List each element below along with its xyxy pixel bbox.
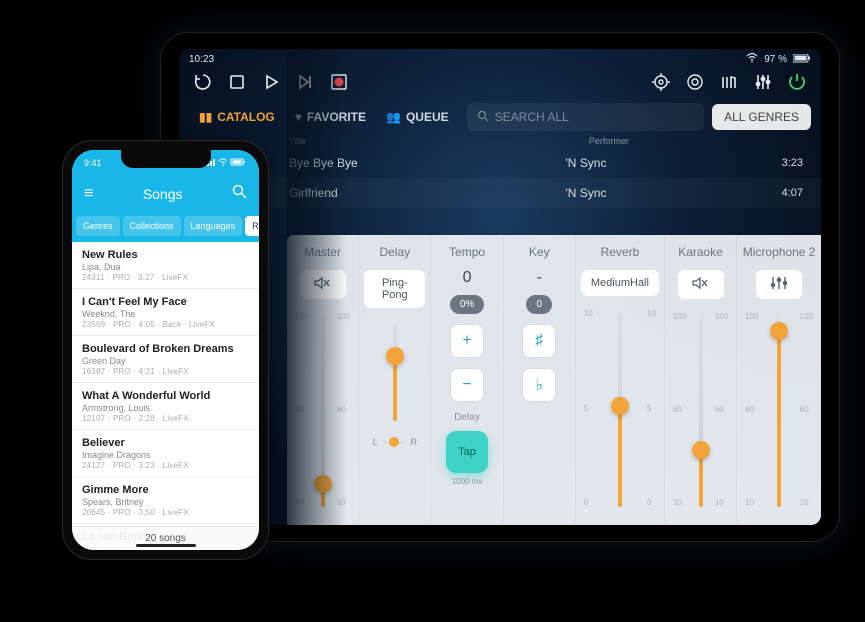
karaoke-mute-button[interactable] (677, 269, 725, 300)
list-item[interactable]: What A Wonderful WorldArmstrong, Louis12… (72, 383, 259, 430)
play-icon[interactable] (261, 72, 281, 92)
tab-favorite[interactable]: ♥FAVORITE (285, 102, 376, 132)
library-icon[interactable] (719, 72, 739, 92)
iphone-header: ≡ Songs (72, 176, 259, 212)
table-row[interactable]: Bye Bye Bye 'N Sync 3:23 (179, 148, 821, 178)
mixer-col-reverb: Reverb MediumHall 1050 1050 (576, 235, 665, 525)
transport-bar (179, 68, 821, 98)
tempo-minus-button[interactable]: − (450, 368, 484, 402)
ipad-status-bar: 10:23 97 % (179, 49, 821, 68)
filter-tab-languages[interactable]: Languages (184, 216, 243, 236)
delay-slider[interactable] (363, 321, 426, 431)
karaoke-slider[interactable]: 1006010 1006010 (669, 312, 732, 517)
iphone-filter-tabs: Genres Collections Languages Recently su… (72, 212, 259, 242)
queue-icon: 👥 (386, 110, 401, 124)
delay-sub-label: Delay (454, 412, 480, 423)
key-value: - (537, 269, 542, 287)
song-count: 20 songs (145, 533, 186, 544)
mixer-icon[interactable] (753, 72, 773, 92)
list-item[interactable]: Boulevard of Broken DreamsGreen Day16387… (72, 336, 259, 383)
key-flat-button[interactable]: ♭ (522, 368, 556, 402)
mixer-panel: Master 1006010 1006010 Delay Ping-Pong (287, 235, 821, 525)
karaoke-label: Karaoke (678, 245, 723, 259)
iphone-status-time: 9:41 (84, 158, 102, 168)
ipad-screen: 10:23 97 % (179, 49, 821, 525)
col-title: Title (289, 136, 589, 146)
wifi-icon (746, 53, 758, 66)
mic2-eq-button[interactable] (755, 269, 803, 300)
filter-tab-genres[interactable]: Genres (76, 216, 120, 236)
col-performer: Performer (589, 136, 803, 146)
reverb-preset-button[interactable]: MediumHall (580, 269, 660, 297)
iphone-screen: 9:41 ≡ Songs Genres Collections Language… (72, 150, 259, 550)
master-mute-button[interactable] (299, 269, 347, 300)
status-time: 10:23 (189, 54, 214, 65)
master-slider[interactable]: 1006010 1006010 (291, 312, 354, 517)
mixer-col-mic2: Microphone 2 1006010 1006010 (737, 235, 821, 525)
delay-pan-slider[interactable]: LR (373, 437, 417, 447)
search-placeholder: SEARCH ALL (495, 110, 569, 124)
tab-catalog[interactable]: ▮▮CATALOG (189, 102, 285, 132)
list-item[interactable]: New RulesLipa, Dua24311 · PRO · 3:27 · L… (72, 242, 259, 289)
gear-icon[interactable] (651, 72, 671, 92)
mic2-slider[interactable]: 1006010 1006010 (741, 312, 817, 517)
power-icon[interactable] (787, 72, 807, 92)
mixer-col-key: Key - 0 ♯ ♭ (504, 235, 576, 525)
menu-icon[interactable]: ≡ (84, 185, 93, 203)
tempo-pct-button[interactable]: 0% (450, 295, 484, 314)
delay-mode-button[interactable]: Ping-Pong (363, 269, 426, 309)
main-tab-bar: ▮▮CATALOG ♥FAVORITE 👥QUEUE SEARCH ALL AL… (179, 102, 821, 132)
book-icon: ▮▮ (199, 110, 212, 124)
mixer-col-tempo: Tempo 0 0% + − Delay Tap 1000 ms (431, 235, 503, 525)
battery-icon (793, 54, 811, 66)
iphone-title: Songs (143, 186, 183, 202)
restart-icon[interactable] (193, 72, 213, 92)
all-genres-button[interactable]: ALL GENRES (712, 104, 811, 130)
iphone-song-list[interactable]: New RulesLipa, Dua24311 · PRO · 3:27 · L… (72, 242, 259, 550)
search-icon (477, 110, 489, 125)
table-header: Title Performer (179, 132, 821, 148)
tempo-plus-button[interactable]: + (450, 324, 484, 358)
mic2-label: Microphone 2 (743, 245, 816, 259)
key-sharp-button[interactable]: ♯ (522, 324, 556, 358)
tap-ms: 1000 ms (452, 477, 483, 486)
search-icon[interactable] (232, 184, 247, 204)
tempo-label: Tempo (449, 245, 485, 259)
record-icon[interactable] (329, 72, 349, 92)
tab-queue[interactable]: 👥QUEUE (376, 102, 459, 132)
mixer-col-master: Master 1006010 1006010 (287, 235, 359, 525)
master-label: Master (304, 245, 341, 259)
battery-text: 97 % (764, 54, 787, 65)
key-zero-button[interactable]: 0 (526, 295, 552, 314)
reverb-slider[interactable]: 1050 1050 (580, 309, 660, 517)
delay-label: Delay (379, 245, 410, 259)
list-item[interactable]: BelieverImagine Dragons24127 · PRO · 3:2… (72, 430, 259, 477)
iphone-status-icons (207, 158, 247, 169)
list-item[interactable]: I Can't Feel My FaceWeeknd, The23569 · P… (72, 289, 259, 336)
tempo-value: 0 (463, 269, 472, 287)
home-indicator (136, 544, 196, 547)
list-item[interactable]: Gimme MoreSpears, Britney20645 · PRO · 3… (72, 477, 259, 524)
tap-button[interactable]: Tap (446, 431, 488, 473)
mixer-col-delay: Delay Ping-Pong LR (359, 235, 431, 525)
reverb-label: Reverb (601, 245, 640, 259)
remote-icon[interactable] (685, 72, 705, 92)
filter-tab-collections[interactable]: Collections (123, 216, 181, 236)
mixer-col-karaoke: Karaoke 1006010 1006010 (665, 235, 737, 525)
next-icon[interactable] (295, 72, 315, 92)
table-row[interactable]: Girlfriend 'N Sync 4:07 (179, 178, 821, 208)
heart-icon: ♥ (295, 110, 302, 124)
stop-icon[interactable] (227, 72, 247, 92)
iphone-device: 9:41 ≡ Songs Genres Collections Language… (62, 140, 269, 560)
key-label: Key (529, 245, 550, 259)
search-input[interactable]: SEARCH ALL (467, 103, 704, 131)
filter-tab-recently-sung[interactable]: Recently sung (245, 216, 259, 236)
iphone-notch (121, 150, 211, 168)
